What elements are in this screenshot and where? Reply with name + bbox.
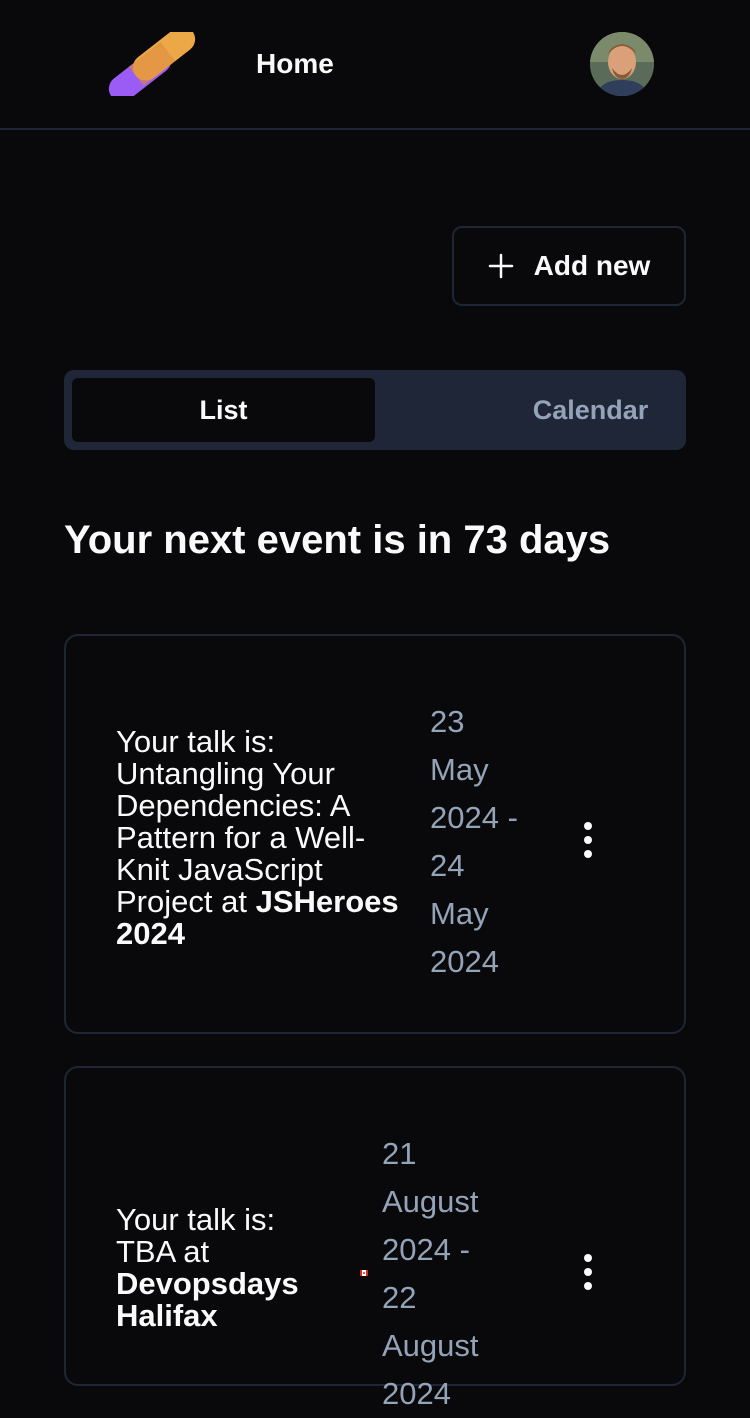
canada-flag-icon	[360, 1270, 368, 1276]
tab-calendar[interactable]: Calendar	[439, 378, 742, 442]
next-event-heading: Your next event is in 73 days	[64, 518, 611, 562]
tab-list[interactable]: List	[72, 378, 375, 442]
avatar[interactable]	[590, 32, 654, 96]
app-logo-icon[interactable]	[100, 32, 204, 96]
talk-prefix: Your talk is:	[116, 724, 276, 759]
user-avatar-icon	[590, 32, 654, 96]
event-date-range: 23 May 2024 - 24 May 2024	[430, 704, 518, 979]
add-new-button[interactable]: Add new	[452, 226, 686, 306]
at-word: at	[221, 884, 247, 919]
talk-description: Your talk is: TBA at Devopsdays Halifax	[116, 1204, 326, 1332]
talk-title: TBA	[116, 1234, 175, 1269]
event-name: Devopsdays Halifax	[116, 1266, 299, 1333]
event-card[interactable]: Your talk is: TBA at Devopsdays Halifax …	[64, 1066, 686, 1411]
at-word: at	[183, 1234, 210, 1269]
add-new-label: Add new	[533, 250, 651, 281]
talk-description: Your talk is: Untangling Your Dependenci…	[116, 726, 406, 950]
event-card[interactable]: Your talk is: Untangling Your Dependenci…	[64, 634, 686, 1034]
nav-home-link[interactable]: Home	[256, 48, 334, 80]
talk-prefix: Your talk is:	[116, 1202, 276, 1237]
view-tabs: List Calendar	[64, 370, 686, 450]
kebab-menu-icon[interactable]	[578, 1254, 598, 1298]
top-navbar: Home	[0, 0, 750, 130]
plus-icon	[488, 253, 513, 279]
kebab-menu-icon[interactable]	[578, 822, 598, 866]
event-date-range: 21 August 2024 - 22 August 2024	[382, 1136, 479, 1411]
